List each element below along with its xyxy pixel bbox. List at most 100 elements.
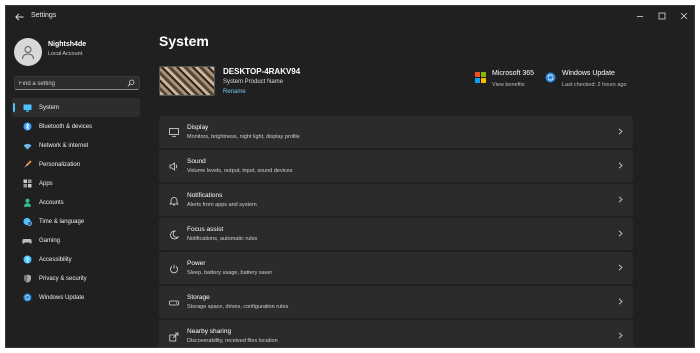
sidebar-item-label: Windows Update <box>39 294 85 301</box>
sidebar-item-system[interactable]: System <box>12 98 140 117</box>
quick-link-subtitle: Last checked: 2 hours ago <box>562 82 627 88</box>
speaker-icon <box>168 161 179 172</box>
card-storage[interactable]: Storage Storage space, drives, configura… <box>159 286 633 318</box>
nav-list: System Bluetooth & devices Network & int… <box>12 98 140 307</box>
card-subtitle: Storage space, drives, configuration rul… <box>187 304 289 310</box>
card-title: Sound <box>187 158 206 165</box>
settings-window: Settings Nightsh4de Local Account Find a… <box>5 5 695 348</box>
card-subtitle: Sleep, battery usage, battery saver <box>187 270 273 276</box>
chevron-right-icon <box>618 264 623 271</box>
sidebar-item-label: Gaming <box>39 237 61 244</box>
sidebar-item-label: Personalization <box>39 161 81 168</box>
minimize-icon <box>637 16 643 17</box>
search-input[interactable] <box>19 78 119 89</box>
windows-update-icon <box>545 72 556 83</box>
card-subtitle: Volume levels, output, input, sound devi… <box>187 168 293 174</box>
sidebar-item-label: Accounts <box>39 199 64 206</box>
app-title: Settings <box>31 12 57 19</box>
main-content: System DESKTOP-4RAKV94 System Product Na… <box>159 28 633 347</box>
card-title: Focus assist <box>187 226 224 233</box>
sidebar-item-privacy-security[interactable]: Privacy & security <box>12 269 140 288</box>
chevron-right-icon <box>618 230 623 237</box>
brush-icon <box>22 160 32 170</box>
search-icon <box>127 79 135 87</box>
accessibility-icon <box>22 255 32 265</box>
chevron-right-icon <box>618 162 623 169</box>
share-icon <box>168 331 179 342</box>
sidebar-item-time-language[interactable]: Time & language <box>12 212 140 231</box>
wifi-icon <box>22 141 32 151</box>
sidebar-item-apps[interactable]: Apps <box>12 174 140 193</box>
card-subtitle: Discoverability, received files location <box>187 338 278 344</box>
display-icon <box>168 127 179 138</box>
account-name: Nightsh4de <box>48 41 87 48</box>
settings-cards: Display Monitors, brightness, night ligh… <box>159 116 633 347</box>
globe-clock-icon <box>22 217 32 227</box>
apps-icon <box>22 179 32 189</box>
person-icon <box>22 198 32 208</box>
quick-link-subtitle: View benefits <box>492 82 525 88</box>
bell-icon <box>168 195 179 206</box>
card-title: Display <box>187 124 209 131</box>
sidebar-item-label: Accessibility <box>39 256 72 263</box>
sidebar-item-label: System <box>39 104 60 111</box>
monitor-icon <box>22 103 32 113</box>
sidebar-item-accessibility[interactable]: Accessibility <box>12 250 140 269</box>
card-focus-assist[interactable]: Focus assist Notifications, automatic ru… <box>159 218 633 250</box>
close-icon <box>680 12 688 20</box>
quick-link-title: Microsoft 365 <box>492 70 535 77</box>
avatar[interactable] <box>14 38 42 66</box>
sidebar-item-label: Privacy & security <box>39 275 87 282</box>
gamepad-icon <box>22 236 32 246</box>
chevron-right-icon <box>618 332 623 339</box>
sidebar: Nightsh4de Local Account System Bluetoot… <box>6 28 146 347</box>
account-type: Local Account <box>48 51 83 57</box>
sidebar-item-network[interactable]: Network & internet <box>12 136 140 155</box>
storage-icon <box>168 297 179 308</box>
page-title: System <box>159 33 209 49</box>
card-subtitle: Alerts from apps and system <box>187 202 257 208</box>
close-button[interactable] <box>673 9 694 23</box>
card-power[interactable]: Power Sleep, battery usage, battery save… <box>159 252 633 284</box>
chevron-right-icon <box>618 196 623 203</box>
moon-icon <box>168 229 179 240</box>
card-subtitle: Monitors, brightness, night light, displ… <box>187 134 300 140</box>
minimize-button[interactable] <box>629 9 651 23</box>
card-nearby-sharing[interactable]: Nearby sharing Discoverability, received… <box>159 320 633 347</box>
sidebar-item-accounts[interactable]: Accounts <box>12 193 140 212</box>
card-display[interactable]: Display Monitors, brightness, night ligh… <box>159 116 633 148</box>
card-sound[interactable]: Sound Volume levels, output, input, soun… <box>159 150 633 182</box>
card-notifications[interactable]: Notifications Alerts from apps and syste… <box>159 184 633 216</box>
sidebar-item-gaming[interactable]: Gaming <box>12 231 140 250</box>
search-box[interactable] <box>14 76 140 90</box>
shield-icon <box>22 274 32 284</box>
sidebar-item-label: Time & language <box>39 218 85 225</box>
title-bar: Settings <box>6 6 694 28</box>
chevron-right-icon <box>618 128 623 135</box>
sidebar-item-personalization[interactable]: Personalization <box>12 155 140 174</box>
maximize-button[interactable] <box>651 9 673 23</box>
back-button[interactable] <box>12 11 26 23</box>
sidebar-item-label: Network & internet <box>39 142 89 149</box>
device-wallpaper-thumbnail[interactable] <box>159 66 215 96</box>
card-title: Storage <box>187 294 210 301</box>
quick-link-title: Windows Update <box>562 70 615 77</box>
user-avatar-icon <box>22 46 34 60</box>
device-model: System Product Name <box>223 79 284 85</box>
bluetooth-icon <box>22 122 32 132</box>
sidebar-item-windows-update[interactable]: Windows Update <box>12 288 140 307</box>
windows-update-icon <box>22 293 32 303</box>
chevron-right-icon <box>618 298 623 305</box>
sidebar-item-label: Apps <box>39 180 53 187</box>
sidebar-item-label: Bluetooth & devices <box>39 123 93 130</box>
maximize-icon <box>658 12 666 20</box>
card-title: Power <box>187 260 206 267</box>
sidebar-item-bluetooth[interactable]: Bluetooth & devices <box>12 117 140 136</box>
back-arrow-icon <box>14 13 23 21</box>
card-title: Notifications <box>187 192 223 199</box>
card-title: Nearby sharing <box>187 328 232 335</box>
rename-link[interactable]: Rename <box>223 89 246 95</box>
card-subtitle: Notifications, automatic rules <box>187 236 258 242</box>
device-name: DESKTOP-4RAKV94 <box>223 67 301 76</box>
power-icon <box>168 263 179 274</box>
